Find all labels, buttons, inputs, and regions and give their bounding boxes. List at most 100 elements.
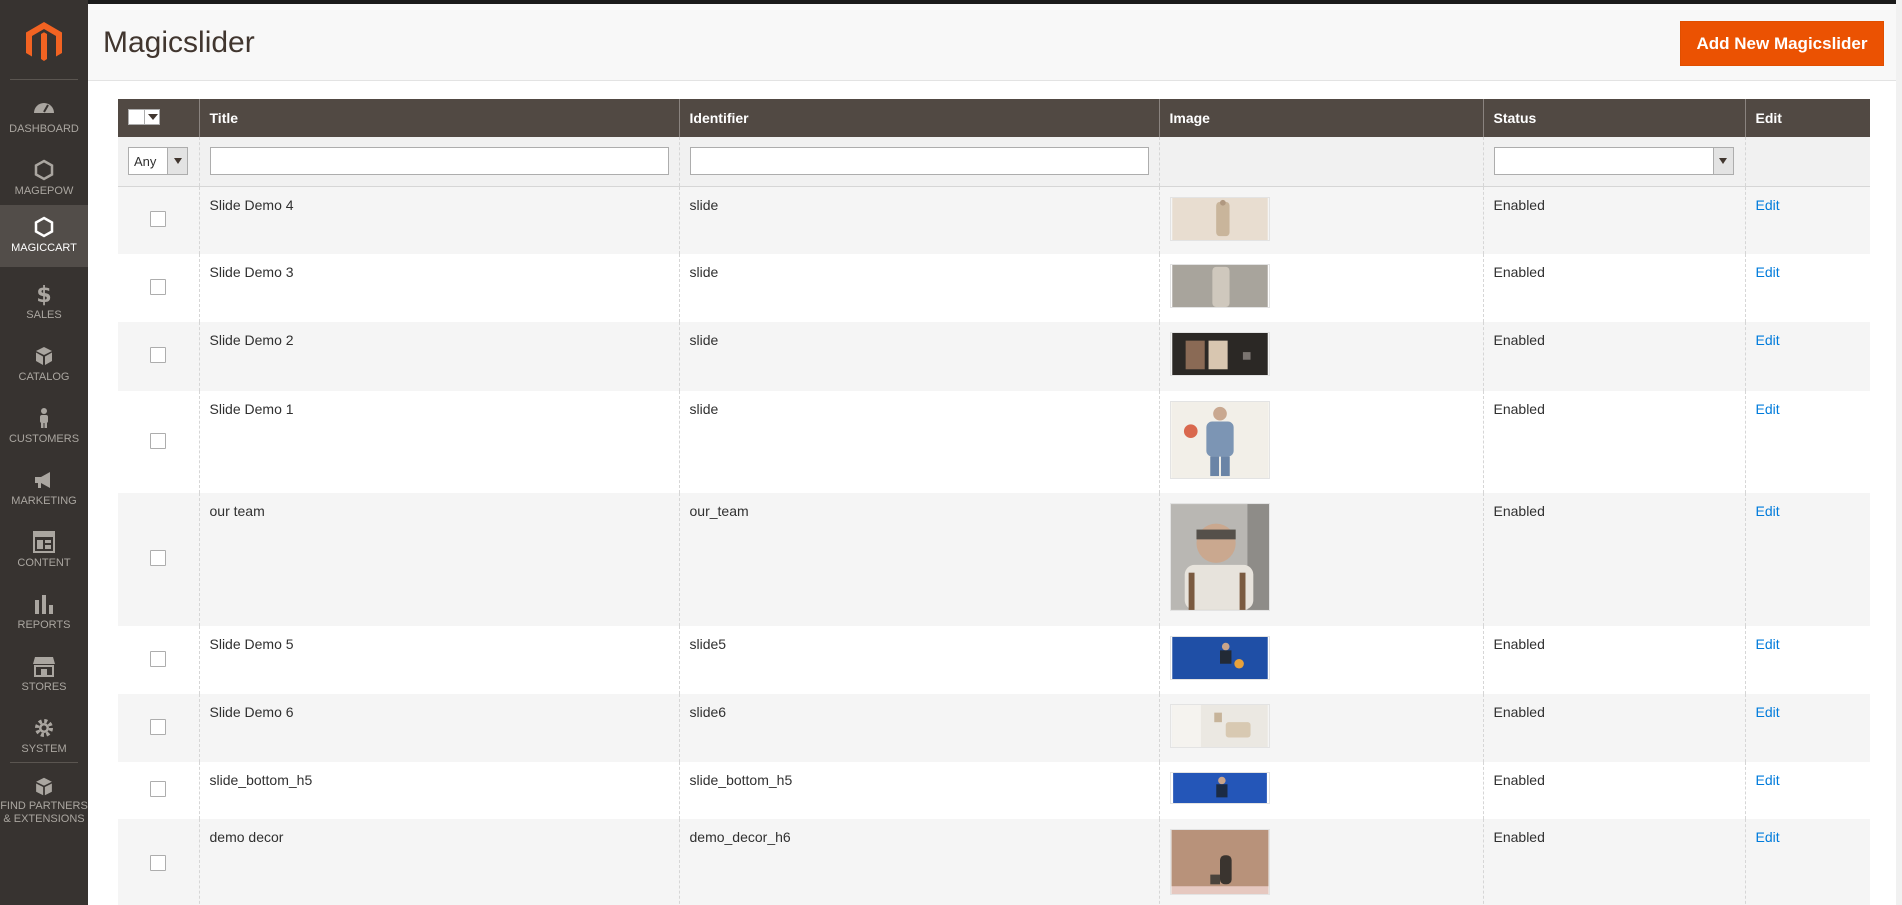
filter-cell: [678, 137, 1159, 187]
row-checkbox[interactable]: [150, 210, 167, 227]
edit-link[interactable]: Edit: [1756, 264, 1780, 280]
status-cell: Enabled: [1482, 819, 1745, 905]
sidebar-item-magepow[interactable]: MAGEPOW: [0, 148, 88, 210]
image-cell: [1158, 819, 1483, 905]
mass-select-filter-value: Any: [134, 153, 157, 169]
dashboard-icon: [34, 103, 54, 113]
image-cell: [1158, 186, 1483, 254]
title-cell: our team: [198, 493, 679, 626]
status-cell: Enabled: [1482, 391, 1745, 493]
edit-link[interactable]: Edit: [1756, 401, 1780, 417]
dropdown-arrow: [167, 148, 187, 175]
title-cell: Slide Demo 4: [198, 186, 679, 254]
slide-thumbnail: [1169, 772, 1270, 804]
table-row[interactable]: Slide Demo 6 slide6 Enabled Edit: [118, 694, 1870, 762]
status-filter-select[interactable]: [1493, 147, 1734, 176]
sidebar-item-reports[interactable]: REPORTS: [0, 582, 88, 644]
row-checkbox[interactable]: [150, 854, 167, 871]
image-cell: [1158, 694, 1483, 762]
mass-select-checkbox[interactable]: [129, 110, 145, 124]
gear-icon: [35, 719, 53, 737]
table-row[interactable]: our team our_team Enabled Edit: [118, 493, 1870, 626]
sidebar-item-customers[interactable]: CUSTOMERS: [0, 396, 88, 458]
row-checkbox[interactable]: [150, 347, 167, 363]
layout-icon: [33, 531, 55, 553]
table-row[interactable]: slide_bottom_h5 slide_bottom_h5 Enabled …: [118, 762, 1870, 819]
sidebar-item-label: & EXTENSIONS: [3, 813, 85, 825]
page-scrollbar[interactable]: [1896, 0, 1902, 905]
column-header-status[interactable]: Status: [1482, 99, 1745, 137]
image-cell: [1158, 493, 1483, 626]
dropdown-arrow: [1712, 148, 1733, 175]
sidebar-item-sales[interactable]: $ SALES: [0, 272, 88, 334]
title-cell: slide_bottom_h5: [198, 762, 679, 819]
row-checkbox[interactable]: [150, 432, 167, 449]
edit-cell: Edit: [1744, 322, 1870, 391]
identifier-cell: slide: [678, 322, 1159, 391]
magicslider-grid: Title Identifier Image Status Edit Any S…: [118, 99, 1870, 905]
edit-link[interactable]: Edit: [1756, 197, 1780, 213]
table-row[interactable]: Slide Demo 3 slide Enabled Edit: [118, 254, 1870, 322]
row-checkbox[interactable]: [150, 278, 167, 295]
filter-cell: Any: [118, 137, 199, 187]
mass-select-dropdown[interactable]: [128, 109, 160, 125]
add-new-magicslider-button[interactable]: Add New Magicslider: [1680, 21, 1884, 66]
sidebar-divider: [10, 762, 78, 763]
sidebar-item-dashboard[interactable]: DASHBOARD: [0, 86, 88, 148]
edit-link[interactable]: Edit: [1756, 503, 1780, 519]
identifier-cell: slide_bottom_h5: [678, 762, 1159, 819]
column-header-edit: Edit: [1744, 99, 1870, 137]
row-checkbox[interactable]: [150, 550, 167, 566]
edit-link[interactable]: Edit: [1756, 829, 1780, 845]
edit-link[interactable]: Edit: [1756, 772, 1780, 788]
status-cell: Enabled: [1482, 762, 1745, 819]
sidebar-item-stores[interactable]: STORES: [0, 644, 88, 706]
edit-cell: Edit: [1744, 762, 1870, 819]
row-select-cell: [118, 493, 199, 626]
column-header-image[interactable]: Image: [1158, 99, 1483, 137]
edit-link[interactable]: Edit: [1756, 332, 1780, 348]
table-row[interactable]: Slide Demo 5 slide5 Enabled Edit: [118, 626, 1870, 694]
grid-header-row: Title Identifier Image Status Edit: [118, 99, 1870, 137]
table-row[interactable]: Slide Demo 4 slide Enabled Edit: [118, 186, 1870, 254]
sidebar-item-content[interactable]: CONTENT: [0, 520, 88, 582]
slide-thumbnail: [1169, 264, 1270, 308]
sidebar-item-magiccart[interactable]: MAGICCART: [0, 205, 88, 267]
title-cell: demo decor: [198, 819, 679, 905]
table-row[interactable]: Slide Demo 2 slide Enabled Edit: [118, 322, 1870, 391]
identifier-filter-input[interactable]: [689, 147, 1149, 176]
title-cell: Slide Demo 3: [198, 254, 679, 322]
column-header-identifier[interactable]: Identifier: [678, 99, 1159, 137]
sidebar-item-find-partners[interactable]: FIND PARTNERS & EXTENSIONS: [0, 766, 88, 826]
row-select-cell: [118, 819, 199, 905]
table-row[interactable]: demo decor demo_decor_h6 Enabled Edit: [118, 819, 1870, 905]
row-checkbox[interactable]: [150, 650, 167, 667]
sidebar-divider: [10, 79, 78, 80]
image-cell: [1158, 254, 1483, 322]
magento-logo-icon[interactable]: [22, 20, 66, 64]
sidebar-item-catalog[interactable]: CATALOG: [0, 334, 88, 396]
identifier-cell: slide: [678, 186, 1159, 254]
identifier-cell: demo_decor_h6: [678, 819, 1159, 905]
edit-cell: Edit: [1744, 626, 1870, 694]
sidebar-item-marketing[interactable]: MARKETING: [0, 458, 88, 520]
sidebar-item-system[interactable]: SYSTEM: [0, 706, 88, 768]
mass-select-filter[interactable]: Any: [128, 147, 188, 176]
storefront-icon: [33, 657, 55, 677]
row-select-cell: [118, 626, 199, 694]
slide-thumbnail: [1169, 829, 1270, 895]
row-checkbox[interactable]: [150, 718, 167, 735]
edit-cell: Edit: [1744, 186, 1870, 254]
edit-link[interactable]: Edit: [1756, 704, 1780, 720]
column-header-title[interactable]: Title: [198, 99, 679, 137]
edit-link[interactable]: Edit: [1756, 636, 1780, 652]
dollar-icon: $: [36, 283, 51, 306]
title-filter-input[interactable]: [209, 147, 669, 176]
table-row[interactable]: Slide Demo 1 slide Enabled Edit: [118, 391, 1870, 493]
filter-cell: [1158, 137, 1483, 187]
sidebar-item-label: MARKETING: [11, 495, 77, 507]
filter-cell: [1744, 137, 1870, 187]
sidebar-item-label: CONTENT: [17, 557, 71, 569]
row-checkbox[interactable]: [150, 781, 167, 797]
column-header-mass-select: [118, 99, 199, 137]
